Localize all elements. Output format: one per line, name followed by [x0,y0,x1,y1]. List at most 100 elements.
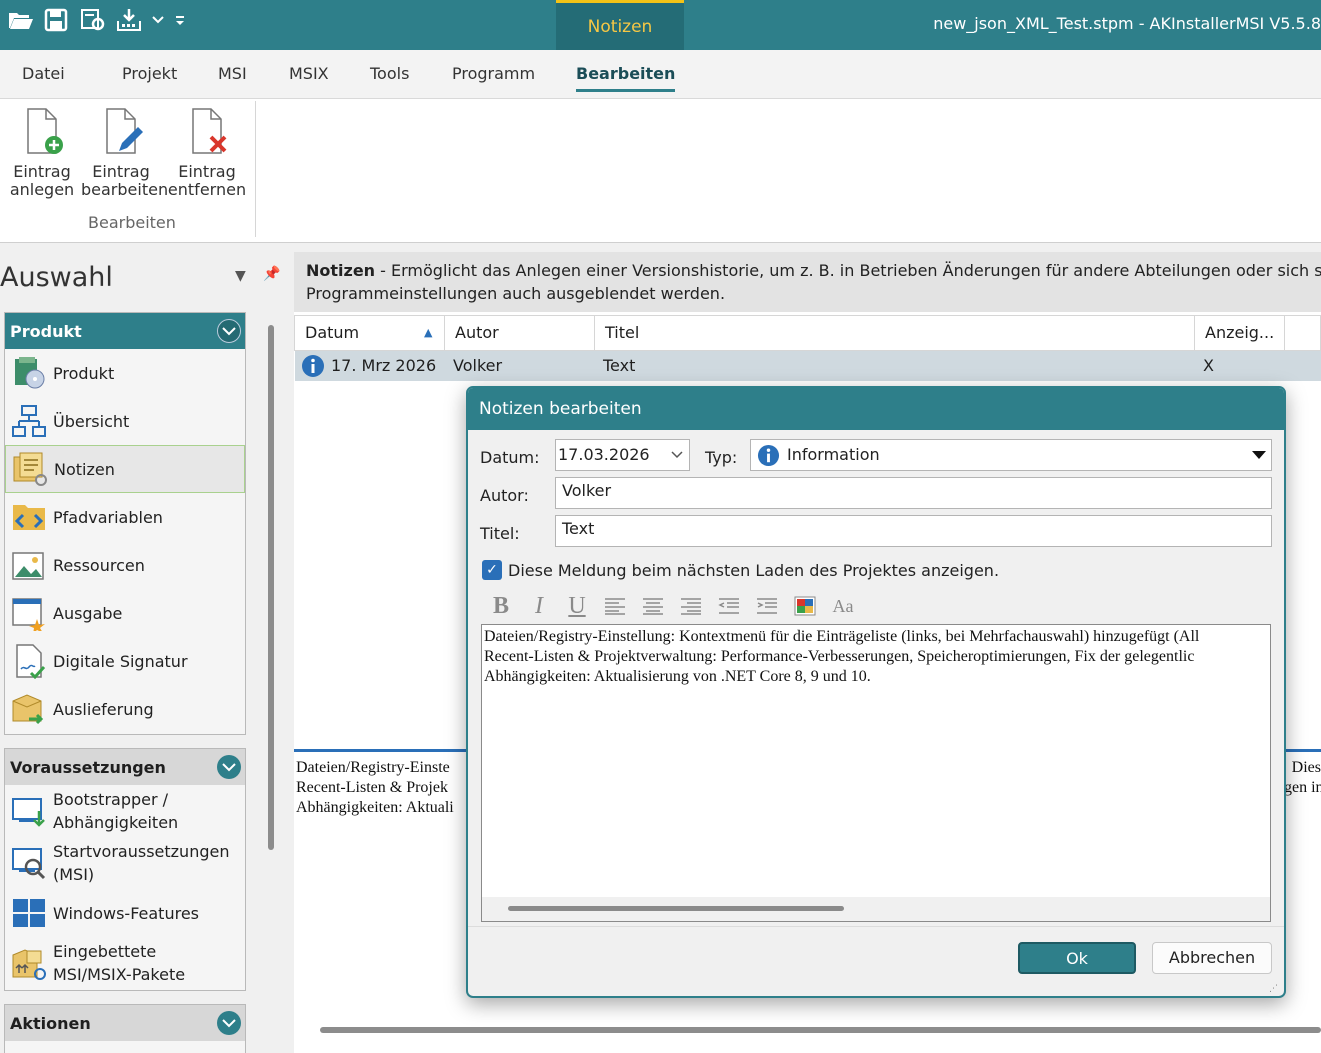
font-button[interactable]: Aa [830,594,856,618]
column-header-datum[interactable]: Datum ▲ [295,316,445,350]
row-title: Text [603,356,636,375]
formatting-toolbar: B I U Aa [488,593,856,619]
outdent-icon[interactable] [716,594,742,618]
build-icon[interactable] [116,8,142,34]
panel-header-aktionen[interactable]: Aktionen [5,1005,245,1041]
panel-aktionen: Aktionen [4,1004,246,1053]
align-center-icon[interactable] [640,594,666,618]
note-editor[interactable]: Dateien/Registry-Einstellung: Kontextmen… [481,624,1271,922]
show-message-label: Diese Meldung beim nächsten Laden des Pr… [508,561,1000,580]
align-left-icon[interactable] [602,594,628,618]
eintrag-bearbeiten-button[interactable]: Eintrag bearbeiten [81,107,168,199]
customize-icon[interactable] [174,8,186,34]
description-banner: Notizen - Ermöglicht das Anlegen einer V… [294,252,1321,312]
row-date: 17. Mrz 2026 [331,356,437,375]
notes-grid-header: Datum ▲ Autor Titel Anzeig... [294,315,1321,351]
product-icon [15,357,45,389]
document-add-icon [27,108,63,154]
eintrag-entfernen-button[interactable]: Eintrag entfernen [167,107,247,199]
sidebar-item-pfadvariablen[interactable]: Pfadvariablen [5,493,245,541]
sidebar-item-ausgabe[interactable]: Ausgabe [5,589,245,637]
sidebar-item-produkt[interactable]: Produkt [5,349,245,397]
settings-save-icon[interactable] [80,8,106,34]
align-right-icon[interactable] [678,594,704,618]
editor-horizontal-scrollbar[interactable] [482,897,1270,921]
info-icon [301,354,325,378]
table-row[interactable]: 17. Mrz 2026 Volker Text X [295,351,1321,381]
output-icon [12,598,45,631]
open-folder-icon[interactable] [8,8,34,34]
context-tab-notizen[interactable]: Notizen [556,0,684,50]
document-delete-icon [192,108,227,154]
autor-label: Autor: [480,486,529,505]
show-message-checkbox[interactable]: ✓ [482,560,502,580]
resize-grip-icon[interactable]: ⋰ [1269,984,1278,994]
pin-icon[interactable]: 📌 [263,266,280,282]
dialog-title: Notizen bearbeiten [468,388,1284,430]
column-header-anzeigen[interactable]: Anzeig... [1195,316,1285,350]
row-author: Volker [453,356,503,375]
window-title: new_json_XML_Test.stpm - AKInstallerMSI … [933,14,1321,33]
sidebar-item-notizen[interactable]: Notizen [5,445,245,493]
underline-button[interactable]: U [564,593,590,619]
menu-datei[interactable]: Datei [22,64,65,83]
column-header-autor[interactable]: Autor [445,316,595,350]
typ-label: Typ: [705,448,738,467]
menu-bearbeiten[interactable]: Bearbeiten [576,64,676,92]
column-header-titel[interactable]: Titel [595,316,1195,350]
document-edit-icon [106,108,143,154]
italic-button[interactable]: I [526,593,552,619]
sidebar-title: Auswahl [0,262,113,293]
sidebar-item-startvoraussetzungen[interactable]: Startvoraussetzungen (MSI) [5,837,245,889]
panel-voraussetzungen: Voraussetzungen Bootstrapper / Abhängigke… [4,748,246,991]
ok-button[interactable]: Ok [1018,942,1136,974]
chevron-down-icon [671,440,683,480]
menu-programm[interactable]: Programm [452,64,535,83]
notizen-bearbeiten-dialog: Notizen bearbeiten Datum: 17.03.2026 Typ… [466,386,1286,998]
content-horizontal-scrollbar[interactable] [320,1027,1321,1033]
sidebar-item-windows-features[interactable]: Windows-Features [5,889,245,937]
collapse-chevron-icon[interactable] [217,319,241,343]
dropdown-arrow-icon[interactable]: ▼ [235,268,246,284]
save-icon[interactable] [44,8,70,34]
color-picker-icon[interactable] [792,594,818,618]
quick-access-toolbar [8,8,186,34]
panel-header-produkt[interactable]: Produkt [5,313,245,349]
collapse-chevron-icon[interactable] [217,1011,241,1035]
path-variables-icon [13,505,45,530]
chevron-down-icon[interactable] [152,8,164,34]
row-show: X [1203,356,1214,375]
title-bar: Notizen new_json_XML_Test.stpm - AKInsta… [0,0,1321,50]
panel-header-voraussetzungen[interactable]: Voraussetzungen [5,749,245,785]
autor-input[interactable]: Volker [555,477,1272,509]
menu-msi[interactable]: MSI [218,64,247,83]
bold-button[interactable]: B [488,593,514,619]
indent-icon[interactable] [754,594,780,618]
dropdown-arrow-icon [1251,440,1267,480]
titel-input[interactable]: Text [555,515,1272,547]
typ-select[interactable]: Information [750,439,1272,471]
info-icon [757,444,780,477]
sidebar-item-bootstrapper[interactable]: Bootstrapper / Abhängigkeiten [5,785,245,837]
collapse-chevron-icon[interactable] [217,755,241,779]
cancel-button[interactable]: Abbrechen [1152,942,1272,974]
panel-produkt: Produkt Produkt Übersicht Notizen Pfadva… [4,312,246,735]
note-preview-right: Dies gen in [1284,759,1321,796]
embedded-packages-icon [12,949,46,980]
sidebar-item-digitale-signatur[interactable]: Digitale Signatur [5,637,245,685]
sidebar-item-ressourcen[interactable]: Ressourcen [5,541,245,589]
menu-projekt[interactable]: Projekt [122,64,177,83]
sidebar-item-uebersicht[interactable]: Übersicht [5,397,245,445]
menu-msix[interactable]: MSIX [289,64,329,83]
ribbon-separator [255,101,256,237]
eintrag-anlegen-button[interactable]: Eintrag anlegen [2,107,82,199]
datum-datepicker[interactable]: 17.03.2026 [555,439,690,471]
sidebar-item-eingebettete-pakete[interactable]: Eingebettete MSI/MSIX-Pakete [5,937,245,989]
menu-tools[interactable]: Tools [370,64,409,83]
sort-ascending-icon: ▲ [424,326,433,339]
sidebar-item-auslieferung[interactable]: Auslieferung [5,685,245,733]
sidebar-scrollbar[interactable] [268,325,274,850]
launch-conditions-icon [12,848,46,880]
notes-icon [13,452,47,486]
dialog-footer: Ok Abbrechen ⋰ [468,926,1284,996]
